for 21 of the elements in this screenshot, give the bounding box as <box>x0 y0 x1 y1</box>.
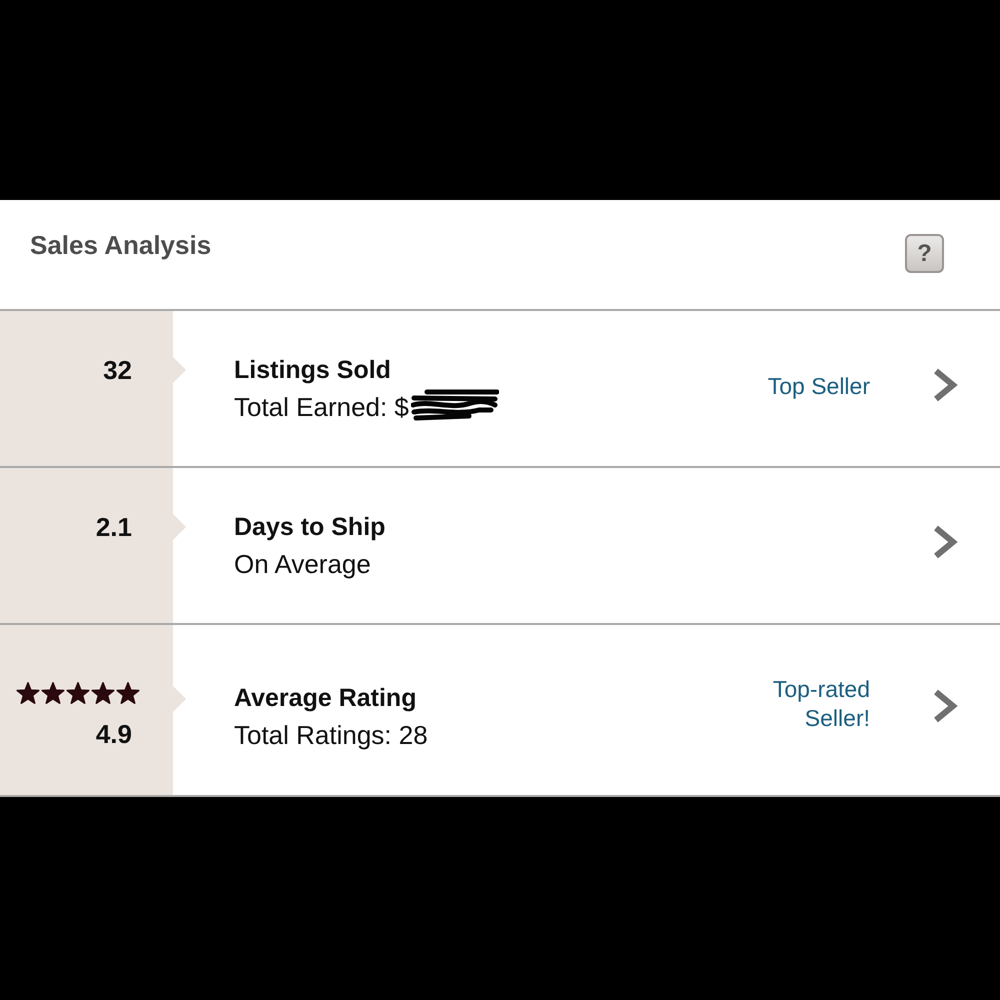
star-icon <box>66 682 90 704</box>
metric-value: 2.1 <box>96 512 132 542</box>
metric-value: 32 <box>103 354 132 384</box>
metric-title: Listings Sold <box>234 355 392 385</box>
chevron-right-icon[interactable] <box>932 689 958 723</box>
help-button[interactable]: ? <box>905 234 944 273</box>
section-title: Sales Analysis <box>30 229 212 261</box>
metric-subtitle: On Average <box>234 549 371 579</box>
chevron-right-icon[interactable] <box>932 524 958 558</box>
metric-title: Average Rating <box>234 682 418 712</box>
chevron-right-icon[interactable] <box>932 368 958 402</box>
metric-subtitle: Total Ratings: 28 <box>234 720 428 750</box>
metric-value: 4.9 <box>96 718 132 748</box>
star-icon <box>91 682 115 704</box>
metric-title: Days to Ship <box>234 512 386 542</box>
star-icon <box>41 682 65 704</box>
status-label: Top Seller <box>768 372 870 401</box>
metric-subtitle: Total Earned: $ <box>234 392 409 422</box>
star-icon <box>116 682 140 704</box>
status-label: Top-rated Seller! <box>772 675 870 733</box>
star-icon <box>16 682 40 704</box>
